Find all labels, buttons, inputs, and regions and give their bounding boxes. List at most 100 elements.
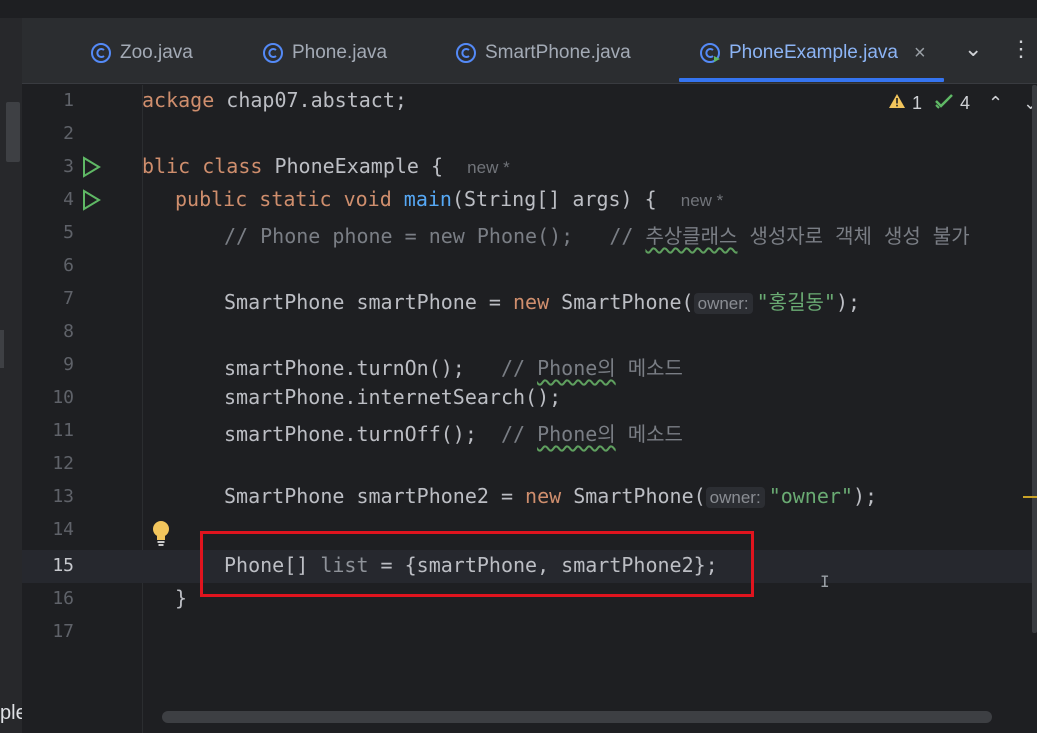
- annotation-highlight-box: [200, 531, 754, 597]
- comment-part: 메소드: [615, 356, 683, 380]
- line-number: 6: [63, 255, 74, 276]
- code-line[interactable]: 13 SmartPhone smartPhone2 = new SmartPho…: [22, 481, 1032, 514]
- code-part: SmartPhone(: [549, 290, 694, 314]
- line-number: 14: [52, 519, 74, 540]
- chevron-down-icon[interactable]: ⌄: [964, 36, 982, 62]
- java-class-icon: [90, 42, 112, 64]
- tab-zoo-java[interactable]: Zoo.java: [90, 38, 193, 68]
- tool-window-marker: [0, 330, 4, 368]
- code-line[interactable]: 12: [22, 448, 1032, 481]
- keyword: new: [512, 290, 550, 314]
- package-name: chap07.abstact;: [214, 88, 407, 112]
- comment-part: //: [500, 422, 538, 446]
- code-text: smartPhone.turnOff(); // Phone의 메소드: [224, 418, 683, 447]
- parameter-hint: owner:: [705, 487, 765, 508]
- code-text: }: [175, 586, 188, 610]
- active-tab-indicator: [679, 78, 944, 82]
- code-line[interactable]: 7 SmartPhone smartPhone = new SmartPhone…: [22, 283, 1032, 316]
- line-number: 13: [52, 486, 74, 507]
- top-strip: [0, 0, 1037, 18]
- line-number: 1: [63, 90, 74, 111]
- line-number: 8: [63, 321, 74, 342]
- tab-label: SmartPhone.java: [485, 42, 631, 63]
- comment-part: // Phone phone = new Phone(); //: [224, 224, 646, 248]
- project-tool-handle[interactable]: [6, 102, 20, 162]
- keyword: public static void: [175, 187, 404, 211]
- code-line[interactable]: 6: [22, 250, 1032, 283]
- code-part: SmartPhone smartPhone2 =: [224, 484, 526, 508]
- code-line[interactable]: 4 public static void main(String[] args)…: [22, 184, 1032, 217]
- line-number: 17: [52, 621, 74, 642]
- code-line[interactable]: 1 ackage chap07.abstact;: [22, 85, 1032, 118]
- line-number: 10: [52, 387, 74, 408]
- run-icon[interactable]: [80, 189, 102, 211]
- code-line[interactable]: 17: [22, 616, 1032, 649]
- code-line[interactable]: 11 smartPhone.turnOff(); // Phone의 메소드: [22, 415, 1032, 448]
- code-line[interactable]: 5 // Phone phone = new Phone(); // 추상클래스…: [22, 217, 1032, 250]
- author-annotation: new *: [680, 191, 724, 210]
- author-annotation: new *: [467, 158, 510, 177]
- code-line[interactable]: 8: [22, 316, 1032, 349]
- string-literal: "홍길동": [756, 290, 836, 314]
- code-line[interactable]: 9 smartPhone.turnOn(); // Phone의 메소드: [22, 349, 1032, 382]
- code-text: SmartPhone smartPhone = new SmartPhone(o…: [224, 286, 860, 315]
- code-text: blic class PhoneExample { new *: [142, 154, 510, 178]
- comment-typo-highlight: Phone의: [537, 356, 616, 380]
- comment-text: // Phone phone = new Phone(); // 추상클래스 생…: [224, 220, 970, 249]
- line-number: 11: [52, 420, 74, 441]
- line-number: 9: [63, 354, 74, 375]
- line-number: 3: [63, 156, 74, 177]
- method-signature: (String[] args) {: [451, 187, 657, 211]
- comment-typo-highlight: Phone의: [537, 422, 616, 446]
- parameter-hint: owner:: [693, 293, 753, 314]
- code-line[interactable]: 3 blic class PhoneExample { new *: [22, 151, 1032, 184]
- tab-label: PhoneExample.java: [729, 42, 898, 63]
- lightbulb-icon[interactable]: [150, 519, 172, 547]
- line-number: 5: [63, 222, 74, 243]
- close-tab-icon[interactable]: ×: [914, 42, 926, 65]
- tab-label: Phone.java: [292, 42, 388, 63]
- line-number: 2: [63, 123, 74, 144]
- line-number: 4: [63, 189, 74, 210]
- comment-typo-highlight: 추상클래스: [645, 224, 738, 248]
- line-number: 16: [52, 588, 74, 609]
- left-tool-strip: ple: [0, 18, 27, 733]
- code-text: ackage chap07.abstact;: [142, 88, 407, 112]
- tab-label: Zoo.java: [120, 42, 193, 63]
- line-number: 7: [63, 288, 74, 309]
- java-class-icon: [455, 42, 477, 64]
- tab-phone-java[interactable]: Phone.java: [262, 38, 387, 68]
- keyword: blic: [142, 154, 191, 178]
- line-number: 15: [52, 555, 74, 576]
- code-text: smartPhone.turnOn(); // Phone의 메소드: [224, 352, 683, 381]
- code-text: public static void main(String[] args) {…: [175, 187, 723, 211]
- warning-stripe-marker[interactable]: [1023, 496, 1037, 498]
- code-line[interactable]: 2: [22, 118, 1032, 151]
- code-part: );: [852, 484, 878, 508]
- code-text: SmartPhone smartPhone2 = new SmartPhone(…: [224, 484, 877, 508]
- run-icon[interactable]: [80, 156, 102, 178]
- horizontal-scrollbar[interactable]: [162, 711, 992, 723]
- code-part: );: [835, 290, 861, 314]
- code-part: smartPhone.turnOn();: [224, 356, 501, 380]
- method-name: main: [403, 187, 452, 211]
- text-cursor-icon: I: [820, 572, 830, 591]
- comment-part: //: [500, 356, 538, 380]
- string-literal: "owner": [768, 484, 853, 508]
- tab-phoneexample-java[interactable]: PhoneExample.java ×: [699, 38, 926, 68]
- java-runnable-class-icon: [699, 42, 721, 64]
- code-part: SmartPhone smartPhone =: [224, 290, 513, 314]
- comment-part: 메소드: [615, 422, 683, 446]
- vertical-scrollbar[interactable]: [1032, 85, 1037, 633]
- code-part: SmartPhone(: [561, 484, 706, 508]
- comment-part: 생성자로 객체 생성 불가: [737, 224, 970, 248]
- more-options-icon[interactable]: ⋮: [1010, 36, 1032, 62]
- keyword: class: [202, 154, 263, 178]
- tab-smartphone-java[interactable]: SmartPhone.java: [455, 38, 631, 68]
- editor-tab-bar: Zoo.java Phone.java SmartPhone.java Phon…: [22, 18, 1037, 84]
- code-line[interactable]: 10 smartPhone.internetSearch();: [22, 382, 1032, 415]
- code-editor[interactable]: 1 4 ⌃ ⌄ 1 ackage chap07.abstact; 2 3 bli…: [22, 85, 1037, 733]
- code-text: smartPhone.internetSearch();: [224, 385, 562, 409]
- class-name: PhoneExample {: [262, 154, 444, 178]
- code-part: smartPhone.turnOff();: [224, 422, 501, 446]
